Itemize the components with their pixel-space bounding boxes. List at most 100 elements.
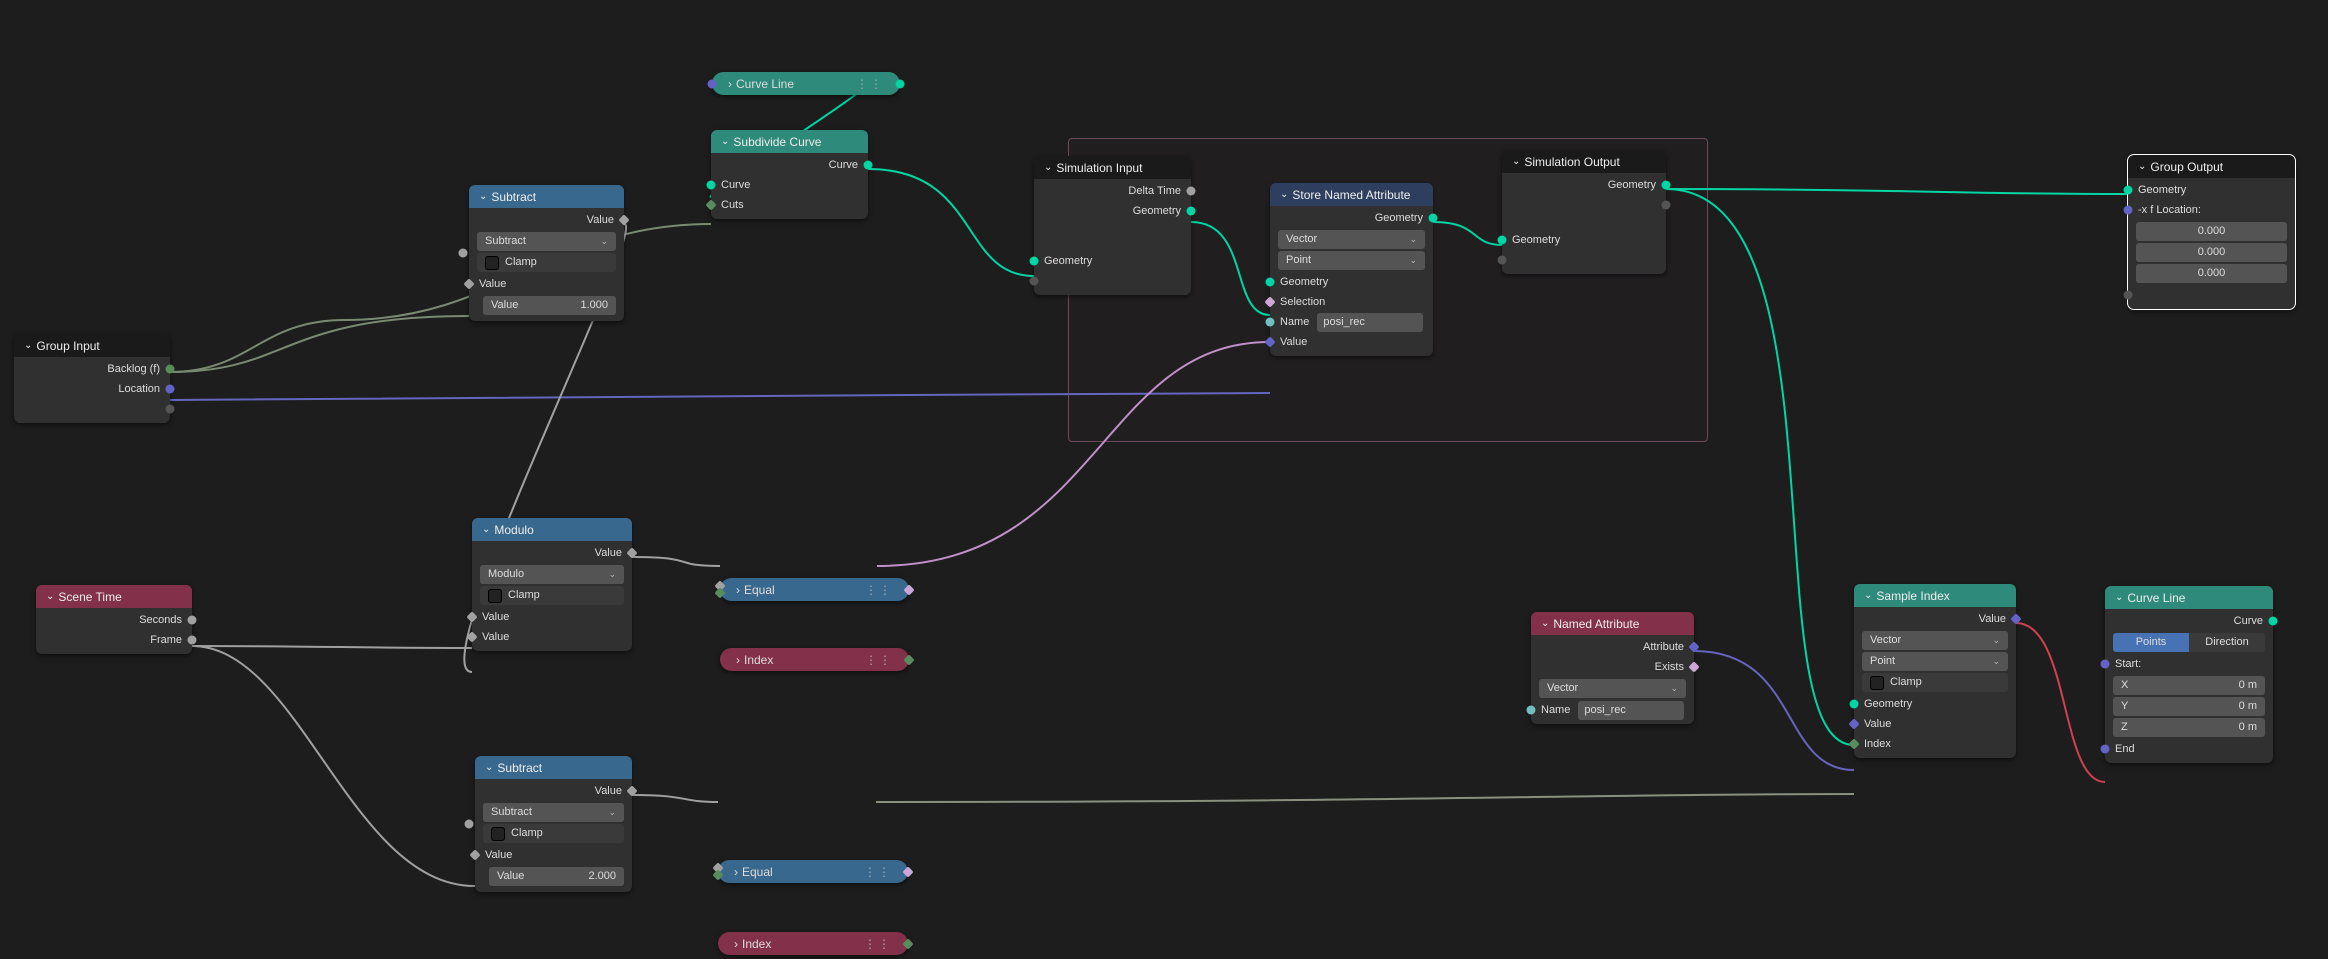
output-seconds[interactable]: Seconds bbox=[36, 610, 192, 630]
dropdown-operation[interactable]: Subtract⌄ bbox=[483, 803, 624, 822]
input-extend[interactable] bbox=[1502, 250, 1666, 270]
node-header[interactable]: ⌄Subdivide Curve bbox=[711, 130, 868, 153]
socket[interactable] bbox=[188, 636, 197, 645]
mode-segment[interactable]: PointsDirection bbox=[2113, 633, 2265, 652]
node-header[interactable]: ⌄Simulation Output bbox=[1502, 150, 1666, 173]
output-frame[interactable]: Frame bbox=[36, 630, 192, 650]
input-selection[interactable]: Selection bbox=[1270, 292, 1433, 312]
input-end[interactable]: End bbox=[2105, 739, 2273, 759]
input-value-a[interactable]: Value bbox=[475, 845, 632, 865]
socket[interactable] bbox=[466, 631, 477, 642]
node-header[interactable]: ⌄Named Attribute bbox=[1531, 612, 1694, 635]
socket[interactable] bbox=[1030, 277, 1039, 286]
socket[interactable] bbox=[1266, 278, 1275, 287]
socket[interactable] bbox=[1848, 718, 1859, 729]
grip-icon[interactable]: ⋮⋮ bbox=[856, 77, 884, 91]
socket[interactable] bbox=[166, 405, 175, 414]
output-extend[interactable] bbox=[14, 399, 170, 419]
input-value-b[interactable]: Value2.000 bbox=[489, 867, 624, 886]
socket[interactable] bbox=[1527, 706, 1536, 715]
socket[interactable] bbox=[1187, 187, 1196, 196]
output-delta-time[interactable]: Delta Time bbox=[1034, 181, 1191, 201]
node-subtract-2[interactable]: ⌄Subtract Value Subtract⌄ Clamp Value Va… bbox=[475, 756, 632, 892]
output-attribute[interactable]: Attribute bbox=[1531, 637, 1694, 657]
node-header[interactable]: ⌄Subtract bbox=[475, 756, 632, 779]
socket[interactable] bbox=[465, 820, 474, 829]
output-socket[interactable] bbox=[903, 654, 914, 665]
socket[interactable] bbox=[466, 611, 477, 622]
node-header[interactable]: ⌄Curve Line bbox=[2105, 586, 2273, 609]
input-value-b[interactable]: Value1.000 bbox=[483, 296, 616, 315]
grip-icon[interactable]: ⋮⋮ bbox=[864, 865, 892, 879]
input-curve[interactable]: Curve bbox=[711, 175, 868, 195]
socket[interactable] bbox=[1662, 181, 1671, 190]
node-curve-line-1[interactable]: ›Curve Line ⋮⋮ bbox=[712, 72, 900, 95]
socket[interactable] bbox=[188, 616, 197, 625]
node-modulo[interactable]: ⌄Modulo Value Modulo⌄ Clamp Value Value bbox=[472, 518, 632, 651]
field-vec-x[interactable]: 0.000 bbox=[2136, 222, 2287, 241]
socket[interactable] bbox=[463, 278, 474, 289]
socket[interactable] bbox=[1266, 318, 1275, 327]
output-value[interactable]: Value bbox=[1854, 609, 2016, 629]
output-curve[interactable]: Curve bbox=[711, 155, 868, 175]
dropdown-data-type[interactable]: Vector⌄ bbox=[1278, 230, 1425, 249]
checkbox-clamp[interactable]: Clamp bbox=[483, 824, 624, 843]
input-value-b[interactable]: Value bbox=[472, 627, 632, 647]
input-location[interactable]: -x f Location: bbox=[2128, 200, 2295, 220]
input-cuts[interactable]: Cuts bbox=[711, 195, 868, 215]
input-name[interactable]: Nameposi_rec bbox=[1531, 700, 1694, 720]
input-value[interactable]: Value bbox=[1854, 714, 2016, 734]
checkbox-clamp[interactable]: Clamp bbox=[480, 586, 624, 605]
output-geometry[interactable]: Geometry bbox=[1034, 201, 1191, 221]
socket[interactable] bbox=[469, 849, 480, 860]
socket[interactable] bbox=[1850, 700, 1859, 709]
input-value-a[interactable]: Value bbox=[472, 607, 632, 627]
dropdown-data-type[interactable]: Vector⌄ bbox=[1539, 679, 1686, 698]
input-geometry[interactable]: Geometry bbox=[1854, 694, 2016, 714]
field-x[interactable]: X0 m bbox=[2113, 676, 2265, 695]
input-value-a[interactable]: Value bbox=[469, 274, 624, 294]
output-location[interactable]: Location bbox=[14, 379, 170, 399]
socket[interactable] bbox=[1848, 738, 1859, 749]
node-group-input[interactable]: ⌄Group Input Backlog (f) Location bbox=[14, 334, 170, 423]
output-value[interactable]: Value bbox=[469, 210, 624, 230]
socket[interactable] bbox=[1688, 661, 1699, 672]
field-vec-z[interactable]: 0.000 bbox=[2136, 264, 2287, 283]
node-subtract-1[interactable]: ⌄Subtract Value Subtract⌄ Clamp Value Va… bbox=[469, 185, 624, 321]
node-header[interactable]: ⌄Scene Time bbox=[36, 585, 192, 608]
input-socket[interactable] bbox=[714, 587, 725, 598]
input-geometry[interactable]: Geometry bbox=[2128, 180, 2295, 200]
field-vec-y[interactable]: 0.000 bbox=[2136, 243, 2287, 262]
socket[interactable] bbox=[1429, 214, 1438, 223]
checkbox-clamp[interactable]: Clamp bbox=[1862, 673, 2008, 692]
socket[interactable] bbox=[1688, 641, 1699, 652]
socket[interactable] bbox=[2124, 206, 2133, 215]
output-socket[interactable] bbox=[896, 79, 905, 88]
node-curve-line-2[interactable]: ⌄Curve Line Curve PointsDirection Start:… bbox=[2105, 586, 2273, 763]
grip-icon[interactable]: ⋮⋮ bbox=[865, 583, 893, 597]
socket[interactable] bbox=[626, 547, 637, 558]
node-named-attribute[interactable]: ⌄Named Attribute Attribute Exists Vector… bbox=[1531, 612, 1694, 724]
input-geometry[interactable]: Geometry bbox=[1034, 251, 1191, 271]
node-header[interactable]: ⌄Store Named Attribute bbox=[1270, 183, 1433, 206]
output-extend[interactable] bbox=[1502, 195, 1666, 215]
socket[interactable] bbox=[1187, 207, 1196, 216]
socket[interactable] bbox=[2269, 617, 2278, 626]
node-equal-1[interactable]: ›Equal ⋮⋮ bbox=[720, 578, 909, 601]
seg-direction[interactable]: Direction bbox=[2189, 633, 2265, 652]
output-socket[interactable] bbox=[902, 938, 913, 949]
dropdown-domain[interactable]: Point⌄ bbox=[1278, 251, 1425, 270]
dropdown-domain[interactable]: Point⌄ bbox=[1862, 652, 2008, 671]
name-field[interactable]: posi_rec bbox=[1578, 701, 1684, 720]
node-store-named-attribute[interactable]: ⌄Store Named Attribute Geometry Vector⌄ … bbox=[1270, 183, 1433, 356]
node-index-1[interactable]: ›Index ⋮⋮ bbox=[720, 648, 909, 671]
node-sample-index[interactable]: ⌄Sample Index Value Vector⌄ Point⌄ Clamp… bbox=[1854, 584, 2016, 758]
output-exists[interactable]: Exists bbox=[1531, 657, 1694, 677]
grip-icon[interactable]: ⋮⋮ bbox=[864, 937, 892, 951]
node-header[interactable]: ⌄Modulo bbox=[472, 518, 632, 541]
input-geometry[interactable]: Geometry bbox=[1270, 272, 1433, 292]
socket[interactable] bbox=[618, 214, 629, 225]
node-simulation-input[interactable]: ⌄Simulation Input Delta Time Geometry Ge… bbox=[1034, 156, 1191, 295]
node-group-output[interactable]: ⌄Group Output Geometry -x f Location: 0.… bbox=[2128, 155, 2295, 309]
socket[interactable] bbox=[705, 199, 716, 210]
